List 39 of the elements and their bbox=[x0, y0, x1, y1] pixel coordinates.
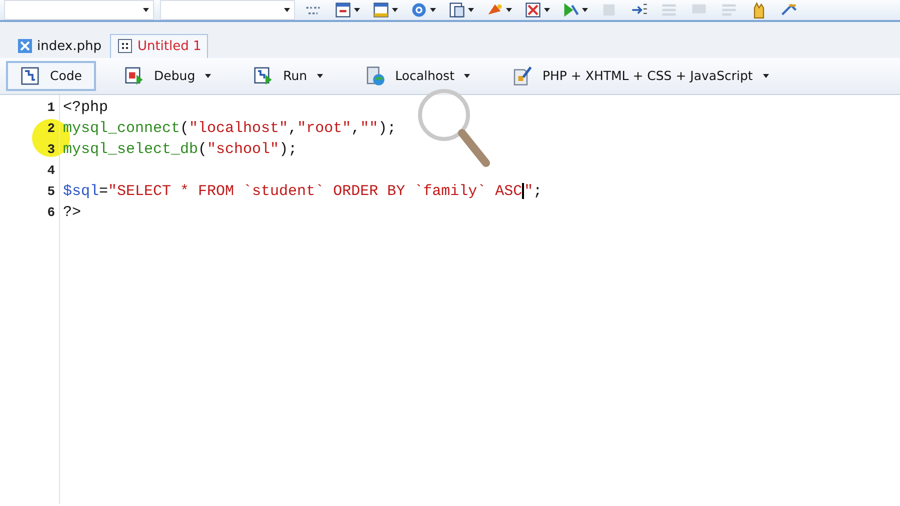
validate-icon bbox=[562, 1, 580, 19]
line-number: 4 bbox=[46, 162, 55, 180]
caret-icon bbox=[354, 8, 360, 12]
toolbar-button[interactable]: Code bbox=[6, 61, 96, 91]
file-icon bbox=[17, 38, 33, 54]
document-pen-icon bbox=[512, 66, 532, 86]
form-icon bbox=[372, 1, 390, 19]
line-number: 3 bbox=[46, 141, 55, 159]
toolbar-button[interactable]: Debug bbox=[110, 61, 226, 91]
code-line: <?php bbox=[62, 98, 110, 118]
line-number: 2 bbox=[46, 120, 55, 138]
toolbar-button[interactable]: Run bbox=[239, 61, 338, 91]
server-globe-icon bbox=[365, 66, 386, 86]
caret-icon bbox=[392, 8, 398, 12]
document-icon bbox=[117, 38, 134, 54]
caret-icon bbox=[582, 8, 588, 12]
code-line: ?> bbox=[62, 203, 82, 223]
toolbar-button[interactable]: Localhost bbox=[351, 61, 484, 91]
run-icon bbox=[253, 66, 274, 86]
debug-icon bbox=[124, 66, 144, 86]
caret-icon bbox=[544, 8, 550, 12]
toolbar-button[interactable]: PHP + XHTML + CSS + JavaScript bbox=[498, 61, 783, 91]
code-line: $sql="SELECT * FROM `student` ORDER BY `family` ASC"; bbox=[62, 182, 544, 202]
dropdown-field[interactable] bbox=[4, 0, 154, 20]
dropdown-field[interactable] bbox=[160, 0, 295, 20]
line-number: 6 bbox=[46, 204, 55, 222]
caret-icon bbox=[506, 8, 512, 12]
code-line: mysql_select_db("school"); bbox=[62, 140, 298, 160]
line-number: 5 bbox=[46, 183, 55, 201]
line-number: 1 bbox=[46, 99, 55, 117]
target-icon bbox=[410, 1, 428, 19]
delete-grid-icon bbox=[524, 1, 542, 19]
caret-icon bbox=[430, 8, 436, 12]
caret-icon bbox=[468, 8, 474, 12]
file-tab[interactable]: Untitled 1 bbox=[110, 34, 208, 58]
window-icon bbox=[334, 1, 352, 19]
copy-icon bbox=[448, 1, 466, 19]
file-tab[interactable]: index.php bbox=[10, 34, 108, 58]
code-view-icon bbox=[20, 66, 40, 86]
